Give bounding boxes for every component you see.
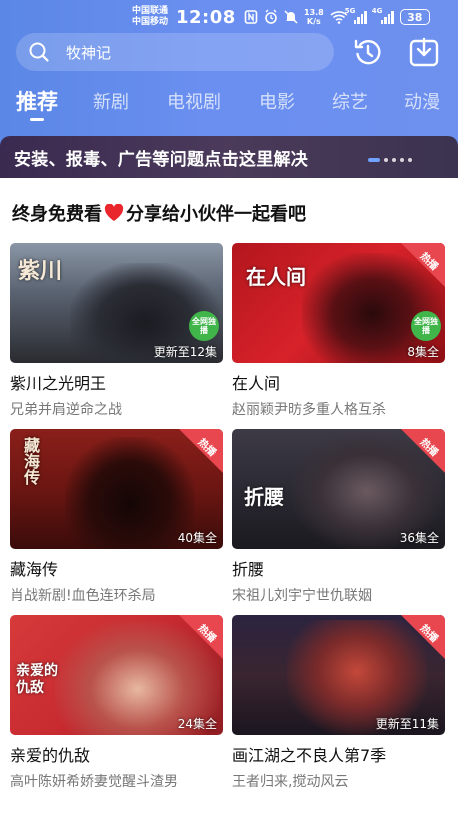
poster[interactable]: 藏海传 热播 40集全 <box>10 429 223 549</box>
speed-value: 13.8 <box>304 8 324 17</box>
heart-icon <box>104 204 124 221</box>
card-subtitle: 王者归来,搅动风云 <box>232 774 349 790</box>
carousel-dots <box>368 158 412 162</box>
carrier-1: 中国联通 <box>132 6 169 16</box>
poster-figures <box>65 437 195 549</box>
status-bar: 中国联通 中国移动 12:08 13.8 K/s 5G 4G 38 <box>0 0 458 36</box>
video-card[interactable]: 折腰 热播 36集全 折腰 宋祖儿刘宇宁世仇联姻 <box>232 429 445 605</box>
card-title[interactable]: 在人间 <box>232 370 445 394</box>
card-subtitle: 赵丽颖尹昉多重人格互杀 <box>232 402 386 418</box>
section-title: 终身免费看 分享给小伙伴一起看吧 <box>12 200 306 226</box>
card-title[interactable]: 亲爱的仇敌 <box>10 742 223 766</box>
alarm-icon <box>265 9 277 24</box>
poster-title-text: 藏海传 <box>21 437 40 485</box>
poster-title-text: 亲爱的仇敌 <box>16 663 58 696</box>
video-card[interactable]: 亲爱的仇敌 热播 24集全 亲爱的仇敌 高叶陈妍希娇妻觉醒斗渣男 <box>10 615 223 791</box>
nfc-icon <box>244 10 258 24</box>
video-card[interactable]: 在人间 热播 全网独播 8集全 在人间 赵丽颖尹昉多重人格互杀 <box>232 243 445 419</box>
episode-count: 36集全 <box>399 531 439 545</box>
card-title[interactable]: 藏海传 <box>10 556 223 580</box>
video-card[interactable]: 藏海传 热播 40集全 藏海传 肖战新剧!血色连环杀局 <box>10 429 223 605</box>
poster-title-text: 紫川 <box>18 258 63 284</box>
card-subtitle: 肖战新剧!血色连环杀局 <box>10 588 156 604</box>
network-speed: 13.8 K/s <box>304 8 324 26</box>
download-icon[interactable] <box>408 36 440 68</box>
card-subtitle: 宋祖儿刘宇宁世仇联姻 <box>232 588 372 604</box>
card-subtitle: 兄弟并肩逆命之战 <box>10 402 122 418</box>
banner-text: 安装、报毒、广告等问题点击这里解决 <box>14 150 309 170</box>
episode-count: 更新至11集 <box>375 717 439 731</box>
carrier-labels: 中国联通 中国移动 <box>132 6 168 28</box>
poster[interactable]: 折腰 热播 36集全 <box>232 429 445 549</box>
search-icon <box>29 42 49 62</box>
poster-title-text: 在人间 <box>246 265 306 289</box>
poster[interactable]: 紫川 全网独播 更新至12集 <box>10 243 223 363</box>
status-icons: 13.8 K/s 5G 4G 38 <box>244 7 430 26</box>
tab-indicator <box>30 118 44 121</box>
history-icon[interactable] <box>352 36 384 68</box>
video-card[interactable]: 热播 更新至11集 画江湖之不良人第7季 王者归来,搅动风云 <box>232 615 445 791</box>
poster[interactable]: 热播 更新至11集 <box>232 615 445 735</box>
episode-count: 8集全 <box>407 345 439 359</box>
search-input[interactable]: 牧神记 <box>66 42 111 63</box>
tab-tv-series[interactable]: 电视剧 <box>167 88 221 114</box>
signal-5g-tag: 5G <box>344 7 356 15</box>
tab-recommend[interactable]: 推荐 <box>16 86 58 116</box>
category-tabs: 推荐 新剧 电视剧 电影 综艺 动漫 <box>0 88 458 128</box>
search-bar[interactable]: 牧神记 <box>16 33 334 71</box>
mute-icon <box>284 10 298 24</box>
episode-count: 24集全 <box>177 717 217 731</box>
battery-indicator: 38 <box>399 9 430 25</box>
video-card[interactable]: 紫川 全网独播 更新至12集 紫川之光明王 兄弟并肩逆命之战 <box>10 243 223 419</box>
tab-variety[interactable]: 综艺 <box>332 88 368 114</box>
poster-title-text: 折腰 <box>244 485 284 509</box>
card-title[interactable]: 折腰 <box>232 556 445 580</box>
card-title[interactable]: 紫川之光明王 <box>10 370 223 394</box>
signal-5g-icon: 5G <box>345 7 367 24</box>
exclusive-badge: 全网独播 <box>411 311 441 341</box>
tab-new-series[interactable]: 新剧 <box>93 88 129 114</box>
signal-4g-tag: 4G <box>371 7 383 15</box>
section-title-right: 分享给小伙伴一起看吧 <box>126 204 306 225</box>
poster[interactable]: 亲爱的仇敌 热播 24集全 <box>10 615 223 735</box>
tab-movies[interactable]: 电影 <box>259 88 295 114</box>
episode-count: 更新至12集 <box>153 345 217 359</box>
help-banner[interactable]: 安装、报毒、广告等问题点击这里解决 <box>0 136 458 178</box>
clock: 12:08 <box>176 7 236 28</box>
card-title[interactable]: 画江湖之不良人第7季 <box>232 742 445 766</box>
episode-count: 40集全 <box>177 531 217 545</box>
carrier-2: 中国移动 <box>132 17 169 27</box>
speed-unit: K/s <box>306 17 321 26</box>
card-subtitle: 高叶陈妍希娇妻觉醒斗渣男 <box>10 774 178 790</box>
signal-4g-icon: 4G <box>372 7 394 24</box>
exclusive-badge: 全网独播 <box>189 311 219 341</box>
tab-anime[interactable]: 动漫 <box>404 88 440 114</box>
section-title-left: 终身免费看 <box>12 204 102 225</box>
poster[interactable]: 在人间 热播 全网独播 8集全 <box>232 243 445 363</box>
